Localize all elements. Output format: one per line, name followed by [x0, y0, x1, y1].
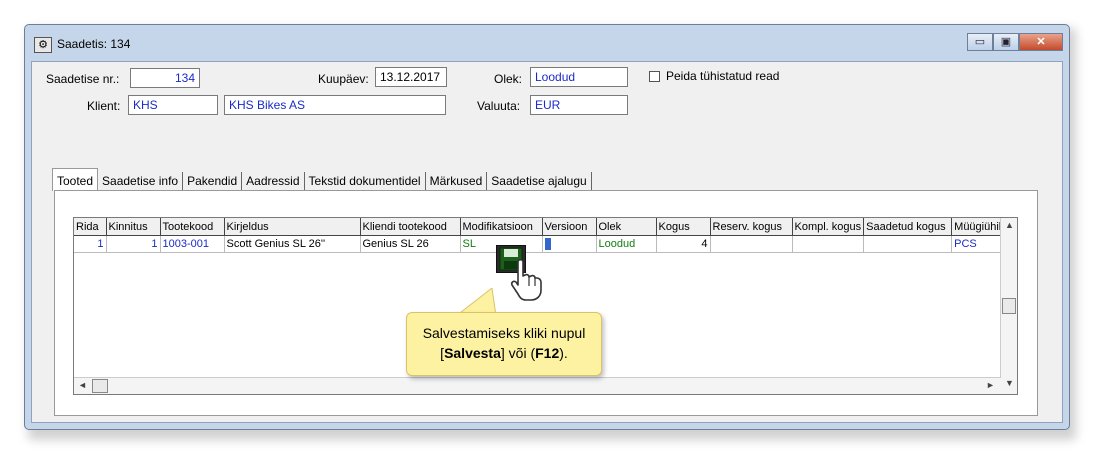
shipment-no-label: Saadetise nr.:: [46, 72, 120, 86]
horizontal-scroll-thumb[interactable]: [92, 379, 108, 393]
table-header-row: Rida Kinnitus Tootekood Kirjeldus Kliend…: [74, 218, 1015, 236]
cell-saadetud-kogus[interactable]: [863, 235, 953, 253]
currency-label: Valuuta:: [477, 99, 521, 113]
tooltip-key: F12: [535, 345, 560, 361]
tab-strip: Tooted Saadetise info Pakendid Aadressid…: [52, 168, 592, 191]
column-header-tootekood[interactable]: Tootekood: [160, 218, 225, 236]
tab-tekstid-dokumentidel[interactable]: Tekstid dokumentidel: [305, 172, 426, 190]
client-name-field[interactable]: KHS Bikes AS: [224, 95, 446, 115]
column-header-olek[interactable]: Olek: [596, 218, 657, 236]
tooltip-line-1: Salvestamiseks kliki nupul: [422, 325, 586, 341]
title-bar[interactable]: ⚙ Saadetis: 134 ▭ ▣ ✕: [25, 25, 1069, 61]
cell-olek[interactable]: Loodud: [596, 235, 657, 253]
tooltip-line-2: [Salvesta] või (F12).: [407, 343, 601, 363]
cell-kinnitus[interactable]: 1: [106, 235, 161, 253]
scroll-down-arrow-icon[interactable]: ▼: [1005, 378, 1014, 388]
column-header-rida[interactable]: Rida: [74, 218, 107, 236]
client-code-field[interactable]: KHS: [128, 95, 218, 115]
tab-aadressid[interactable]: Aadressid: [242, 172, 305, 190]
cell-rida[interactable]: 1: [74, 235, 107, 253]
status-label: Olek:: [494, 72, 523, 86]
cell-reserv-kogus[interactable]: [710, 235, 793, 253]
tab-markused[interactable]: Märkused: [426, 172, 488, 190]
close-button[interactable]: ✕: [1019, 33, 1063, 51]
status-field[interactable]: Loodud: [530, 67, 628, 87]
tab-saadetise-ajalugu[interactable]: Saadetise ajalugu: [487, 172, 592, 190]
cell-kogus[interactable]: 4: [656, 235, 711, 253]
cell-versioon[interactable]: [542, 235, 597, 253]
column-header-kogus[interactable]: Kogus: [656, 218, 711, 236]
window-controls: ▭ ▣ ✕: [967, 33, 1063, 51]
shipment-no-field[interactable]: 134: [130, 68, 200, 88]
tab-tooted[interactable]: Tooted: [52, 168, 99, 191]
column-header-kinnitus[interactable]: Kinnitus: [106, 218, 161, 236]
document-gear-icon: ⚙: [34, 37, 52, 53]
scroll-up-arrow-icon[interactable]: ▲: [1005, 220, 1014, 230]
date-label: Kuupäev:: [318, 72, 369, 86]
tab-pakendid[interactable]: Pakendid: [183, 172, 243, 190]
column-header-saadetud-kogus[interactable]: Saadetud kogus: [863, 218, 953, 236]
currency-field[interactable]: EUR: [530, 95, 628, 115]
client-label: Klient:: [87, 99, 121, 113]
vertical-scroll-thumb[interactable]: [1002, 298, 1016, 314]
text-cursor: [544, 238, 551, 251]
hide-cancelled-checkbox[interactable]: [649, 71, 660, 82]
column-header-kliendi-tootekood[interactable]: Kliendi tootekood: [360, 218, 461, 236]
scroll-right-arrow-icon[interactable]: ►: [986, 380, 995, 390]
minimize-button[interactable]: ▭: [967, 33, 993, 51]
table-row[interactable]: 1 1 1003-001 Scott Genius SL 26'' Genius…: [74, 235, 1015, 253]
tooltip-middle-text: ] või (: [500, 345, 536, 361]
window-title: Saadetis: 134: [57, 37, 131, 51]
tooltip-button-name: Salvesta: [444, 345, 501, 361]
maximize-button[interactable]: ▣: [993, 33, 1019, 51]
column-header-versioon[interactable]: Versioon: [542, 218, 597, 236]
hide-cancelled-label: Peida tühistatud read: [666, 69, 780, 83]
cell-kompl-kogus[interactable]: [792, 235, 865, 253]
tooltip-end-text: ).: [559, 345, 568, 361]
column-header-reserv-kogus[interactable]: Reserv. kogus: [710, 218, 793, 236]
products-table: Rida Kinnitus Tootekood Kirjeldus Kliend…: [74, 218, 1015, 253]
column-header-kompl-kogus[interactable]: Kompl. kogus: [792, 218, 865, 236]
date-field[interactable]: 13.12.2017: [375, 67, 447, 87]
hand-pointer-icon: [510, 258, 542, 301]
save-hint-tooltip: Salvestamiseks kliki nupul [Salvesta] võ…: [406, 312, 602, 376]
horizontal-scrollbar[interactable]: ◄ ►: [74, 377, 1001, 394]
cell-kirjeldus[interactable]: Scott Genius SL 26'': [224, 235, 361, 253]
cell-tootekood[interactable]: 1003-001: [160, 235, 225, 253]
column-header-kirjeldus[interactable]: Kirjeldus: [224, 218, 361, 236]
column-header-modifikatsioon[interactable]: Modifikatsioon: [460, 218, 543, 236]
cell-kliendi-tootekood[interactable]: Genius SL 26: [360, 235, 461, 253]
tab-saadetise-info[interactable]: Saadetise info: [98, 172, 184, 190]
scroll-left-arrow-icon[interactable]: ◄: [78, 380, 87, 390]
vertical-scrollbar[interactable]: ▲ ▼: [1000, 218, 1017, 394]
